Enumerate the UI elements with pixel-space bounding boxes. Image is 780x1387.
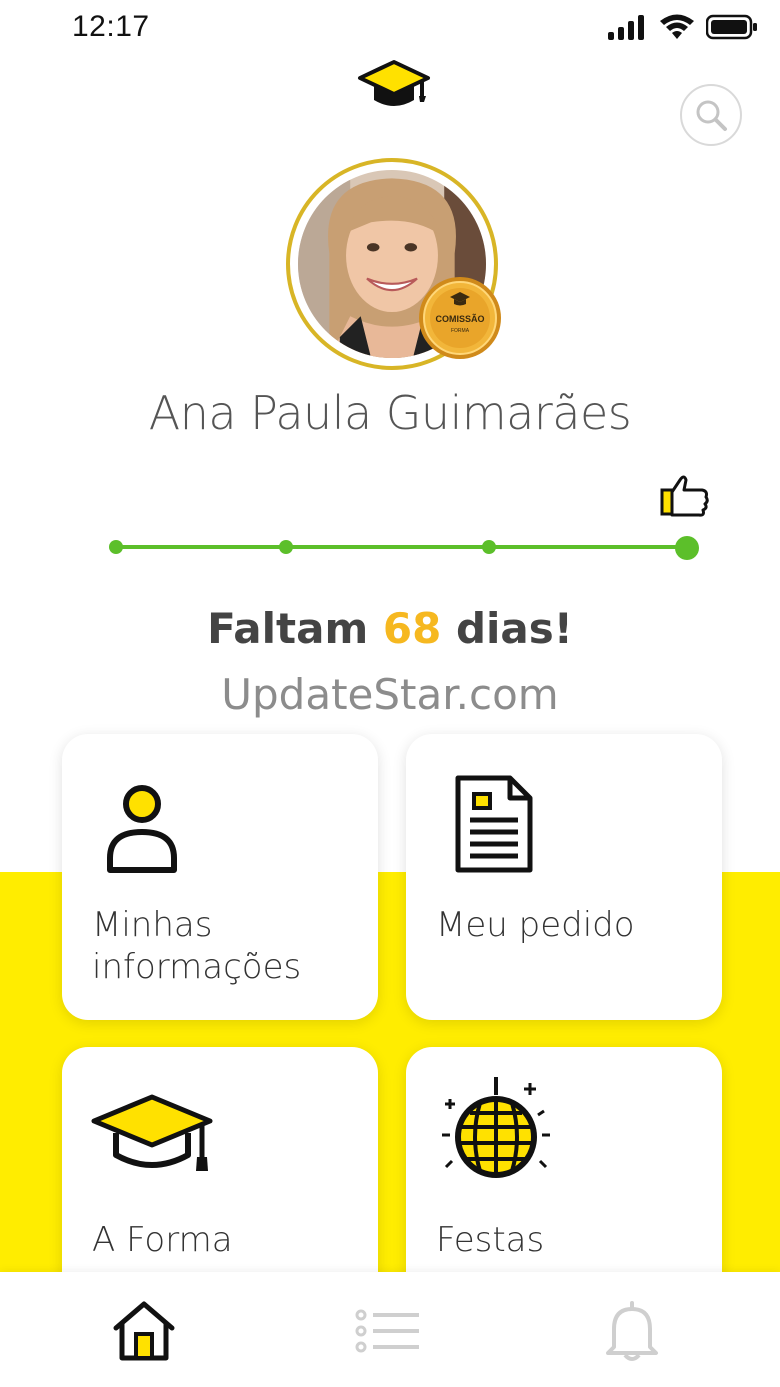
person-icon <box>90 774 190 879</box>
watermark-text: UpdateStar.com <box>221 670 559 719</box>
progress-step <box>482 540 496 554</box>
signal-icon <box>608 15 644 40</box>
user-name: Ana Paula Guimarães <box>148 386 632 440</box>
badge-text: COMISSÃO <box>435 314 484 324</box>
disco-ball-icon <box>440 1075 552 1192</box>
search-button[interactable] <box>680 84 742 146</box>
card-label: Minhas informações <box>92 905 302 987</box>
app-logo <box>356 56 432 114</box>
card-meu-pedido[interactable]: Meu pedido <box>406 734 722 1020</box>
tab-home[interactable] <box>104 1296 184 1366</box>
status-time: 12:17 <box>72 10 150 43</box>
countdown-text: Faltam 68 dias! <box>0 604 780 653</box>
progress-tracker <box>100 470 720 570</box>
bottom-tab-bar <box>0 1272 780 1387</box>
home-icon <box>113 1301 175 1361</box>
document-icon <box>434 774 534 879</box>
graduation-cap-icon <box>90 1091 214 1186</box>
badge-subtext: FORMA <box>451 328 470 334</box>
tab-notifications[interactable] <box>592 1296 672 1366</box>
bell-icon <box>606 1301 658 1361</box>
progress-step <box>109 540 123 554</box>
battery-icon <box>706 14 757 40</box>
progress-step-current <box>675 536 699 560</box>
graduation-cap-logo-icon <box>358 60 430 106</box>
search-icon <box>696 100 727 131</box>
card-label: Meu pedido <box>436 905 635 945</box>
card-label: Festas <box>436 1220 545 1260</box>
status-bar: 12:17 <box>0 0 780 56</box>
thumbs-up-icon <box>660 475 709 517</box>
countdown-prefix: Faltam <box>207 604 369 653</box>
countdown-suffix: dias! <box>455 604 573 653</box>
status-icons <box>608 14 758 40</box>
card-label: A Forma <box>92 1220 233 1260</box>
card-minhas-informacoes[interactable]: Minhas informações <box>62 734 378 1020</box>
wifi-icon <box>660 14 694 39</box>
comissao-badge: COMISSÃO FORMA <box>418 276 502 360</box>
countdown-days: 68 <box>382 604 442 653</box>
list-icon <box>355 1309 419 1353</box>
progress-step <box>279 540 293 554</box>
tab-list[interactable] <box>348 1296 428 1366</box>
